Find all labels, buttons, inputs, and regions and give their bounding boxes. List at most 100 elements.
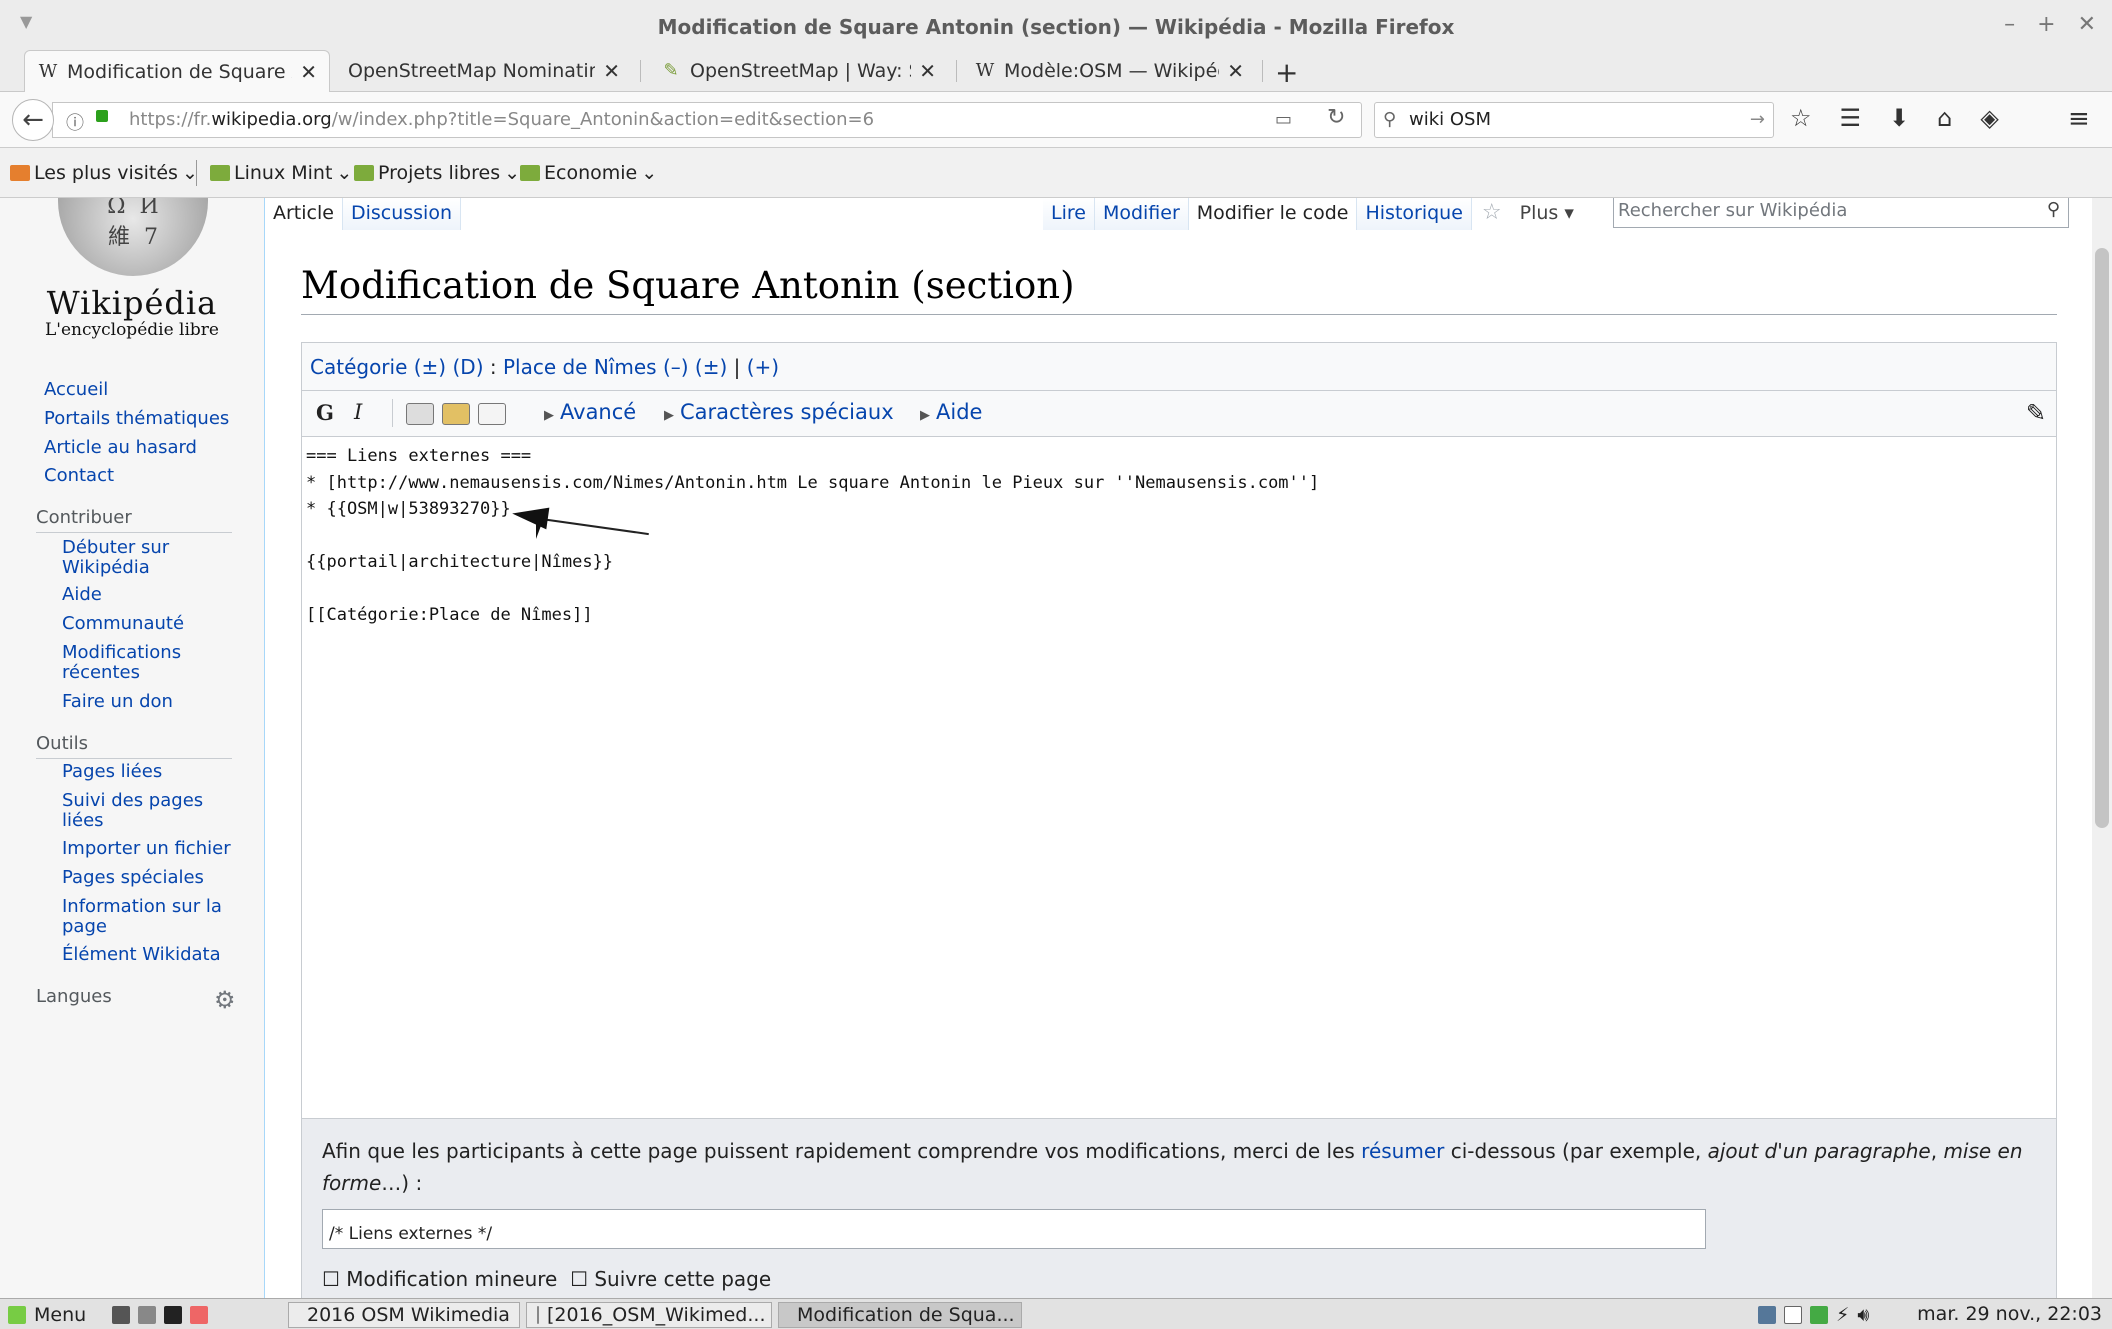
category-pm-link[interactable]: (±) xyxy=(414,355,446,379)
category-link[interactable]: Catégorie xyxy=(310,355,407,379)
search-go-icon[interactable]: → xyxy=(1750,103,1765,137)
minimize-icon[interactable]: – xyxy=(2004,12,2015,37)
sidebar-item-modifications-recentes[interactable]: Modifications récentes xyxy=(62,643,192,683)
files-icon[interactable] xyxy=(138,1306,156,1324)
sidebar-item-aide[interactable]: Aide xyxy=(62,585,262,605)
category-minus-link[interactable]: (–) xyxy=(663,355,689,379)
tab-nominatim[interactable]: OpenStreetMap Nominatim: ... ✕ xyxy=(336,50,632,92)
hamburger-menu-icon[interactable]: ≡ xyxy=(2068,104,2090,134)
tab-discussion[interactable]: Discussion xyxy=(342,198,461,230)
italic-button[interactable]: I xyxy=(354,400,362,424)
new-tab-button[interactable]: + xyxy=(1275,56,1298,89)
pocket-icon[interactable]: ◈ xyxy=(1980,104,1998,132)
advanced-menu[interactable]: ▶ Avancé xyxy=(544,400,636,424)
sidebar-item-importer[interactable]: Importer un fichier xyxy=(62,839,262,859)
summary-input[interactable]: /* Liens externes */ xyxy=(322,1209,1706,1249)
sidebar-head-outils: Outils xyxy=(36,733,89,754)
bold-button[interactable]: G xyxy=(316,400,334,425)
mint-icon xyxy=(8,1306,26,1324)
sidebar-item-debuter[interactable]: Débuter sur Wikipédia xyxy=(62,538,192,578)
volume-icon[interactable]: 🔊︎ xyxy=(1857,1304,1869,1326)
close-tab-icon[interactable]: ✕ xyxy=(1227,59,1244,83)
shield-icon[interactable] xyxy=(1810,1306,1828,1324)
url-path: /w/index.php?title=Square_Antonin&action… xyxy=(331,109,875,130)
back-button[interactable]: ← xyxy=(12,99,54,141)
summary-text: ci-dessous (par exemple, xyxy=(1444,1139,1708,1163)
task-document[interactable]: [2016_OSM_Wikimed... xyxy=(526,1302,772,1328)
link-icon[interactable] xyxy=(406,403,434,425)
bookmark-label: Les plus visités xyxy=(34,162,178,184)
summary-link[interactable]: résumer xyxy=(1361,1139,1444,1163)
clock[interactable]: mar. 29 nov., 22:03 xyxy=(1917,1303,2102,1325)
bookmark-economie[interactable]: Economie ⌄ xyxy=(520,162,657,184)
special-label: Caractères spéciaux xyxy=(680,400,894,424)
reload-icon[interactable]: ↻ xyxy=(1327,105,1345,130)
tab-historique[interactable]: Historique xyxy=(1357,198,1472,230)
sidebar-item-accueil[interactable]: Accueil xyxy=(44,380,244,400)
category-place-link[interactable]: Place de Nîmes xyxy=(503,355,657,379)
help-menu[interactable]: ▶ Aide xyxy=(920,400,982,424)
sidebar-item-communaute[interactable]: Communauté xyxy=(62,614,262,634)
watch-page-checkbox[interactable]: ☐ xyxy=(570,1267,588,1291)
tab-lire[interactable]: Lire xyxy=(1043,198,1095,230)
special-chars-menu[interactable]: ▶ Caractères spéciaux xyxy=(664,400,894,424)
terminal-icon[interactable] xyxy=(164,1306,182,1324)
plug-icon[interactable]: ⚡ xyxy=(1836,1304,1849,1326)
tab-modifier[interactable]: Modifier xyxy=(1094,198,1189,230)
tab-modifier-code[interactable]: Modifier le code xyxy=(1188,198,1358,230)
gear-icon[interactable]: ⚙ xyxy=(214,986,236,1014)
downloads-icon[interactable]: ⬇ xyxy=(1889,104,1909,132)
sidebar-item-contact[interactable]: Contact xyxy=(44,466,244,486)
bookmark-star-icon[interactable]: ☆ xyxy=(1790,104,1812,132)
close-window-icon[interactable]: ✕ xyxy=(2078,12,2096,37)
close-tab-icon[interactable]: ✕ xyxy=(603,59,620,83)
sidebar-item-information[interactable]: Information sur la page xyxy=(62,897,232,937)
scrollbar-thumb[interactable] xyxy=(2095,248,2109,828)
close-tab-icon[interactable]: ✕ xyxy=(300,60,317,84)
wiki-search-input[interactable]: Rechercher sur Wikipédia ⚲ xyxy=(1613,198,2069,228)
sidebar-item-portails[interactable]: Portails thématiques xyxy=(44,409,244,429)
close-tab-icon[interactable]: ✕ xyxy=(919,59,936,83)
home-icon[interactable]: ⌂ xyxy=(1937,104,1952,132)
url-bar[interactable]: https://fr.wikipedia.org/w/index.php?tit… xyxy=(52,102,1362,138)
sidebar-item-don[interactable]: Faire un don xyxy=(62,692,262,712)
wikipedia-logo[interactable]: Ω И維 7 xyxy=(58,198,208,276)
reader-view-icon[interactable]: ▭ xyxy=(1275,109,1292,130)
tab-modele-osm[interactable]: W Modèle:OSM — Wikipédia ✕ xyxy=(962,50,1256,92)
sidebar-item-suivi[interactable]: Suivi des pages liées xyxy=(62,791,212,831)
info-icon[interactable]: ⓘ xyxy=(66,109,84,135)
clipboard-icon[interactable] xyxy=(1784,1306,1802,1324)
sidebar-item-wikidata[interactable]: Élément Wikidata xyxy=(62,945,262,965)
search-icon[interactable]: ⚲ xyxy=(2047,199,2060,220)
page-scrollbar[interactable] xyxy=(2092,198,2112,1298)
image-icon[interactable] xyxy=(442,403,470,425)
start-menu-button[interactable]: Menu xyxy=(8,1302,86,1328)
firefox-icon[interactable] xyxy=(190,1306,208,1324)
more-menu[interactable]: Plus ▾ xyxy=(1512,198,1582,230)
category-pm2-link[interactable]: (±) xyxy=(695,355,727,379)
sidebar-item-pages-liees[interactable]: Pages liées xyxy=(62,762,262,782)
tab-article[interactable]: Article xyxy=(265,198,343,230)
bookmark-most-visited[interactable]: Les plus visités ⌄ xyxy=(10,162,198,184)
bookmarks-list-icon[interactable]: ☰ xyxy=(1840,104,1862,132)
wikitext-editor[interactable]: === Liens externes === * [http://www.nema… xyxy=(302,437,2056,1119)
task-folder[interactable]: 2016 OSM Wikimedia xyxy=(288,1302,520,1328)
bookmark-linux-mint[interactable]: Linux Mint ⌄ xyxy=(210,162,352,184)
category-add-link[interactable]: (+) xyxy=(747,355,779,379)
tab-osm-way[interactable]: ✎ OpenStreetMap | Way: S... ✕ xyxy=(648,50,948,92)
category-d-link[interactable]: (D) xyxy=(452,355,483,379)
tab-wiki-edit[interactable]: W Modification de Square A... ✕ xyxy=(24,50,330,92)
osm-icon: ✎ xyxy=(663,60,679,81)
sidebar-item-pages-speciales[interactable]: Pages spéciales xyxy=(62,868,262,888)
pencil-icon[interactable]: ✎ xyxy=(2026,399,2046,427)
network-icon[interactable] xyxy=(1758,1306,1776,1324)
show-desktop-icon[interactable] xyxy=(112,1306,130,1324)
minor-edit-checkbox[interactable]: ☐ xyxy=(322,1267,340,1291)
sidebar-item-hasard[interactable]: Article au hasard xyxy=(44,438,244,458)
reference-icon[interactable] xyxy=(478,403,506,425)
search-input[interactable]: ⚲ wiki OSM → xyxy=(1374,102,1774,138)
task-firefox[interactable]: Modification de Squa... xyxy=(778,1302,1022,1328)
maximize-icon[interactable]: + xyxy=(2037,12,2055,37)
bookmark-projets-libres[interactable]: Projets libres ⌄ xyxy=(354,162,520,184)
watch-star-icon[interactable]: ☆ xyxy=(1472,198,1512,230)
